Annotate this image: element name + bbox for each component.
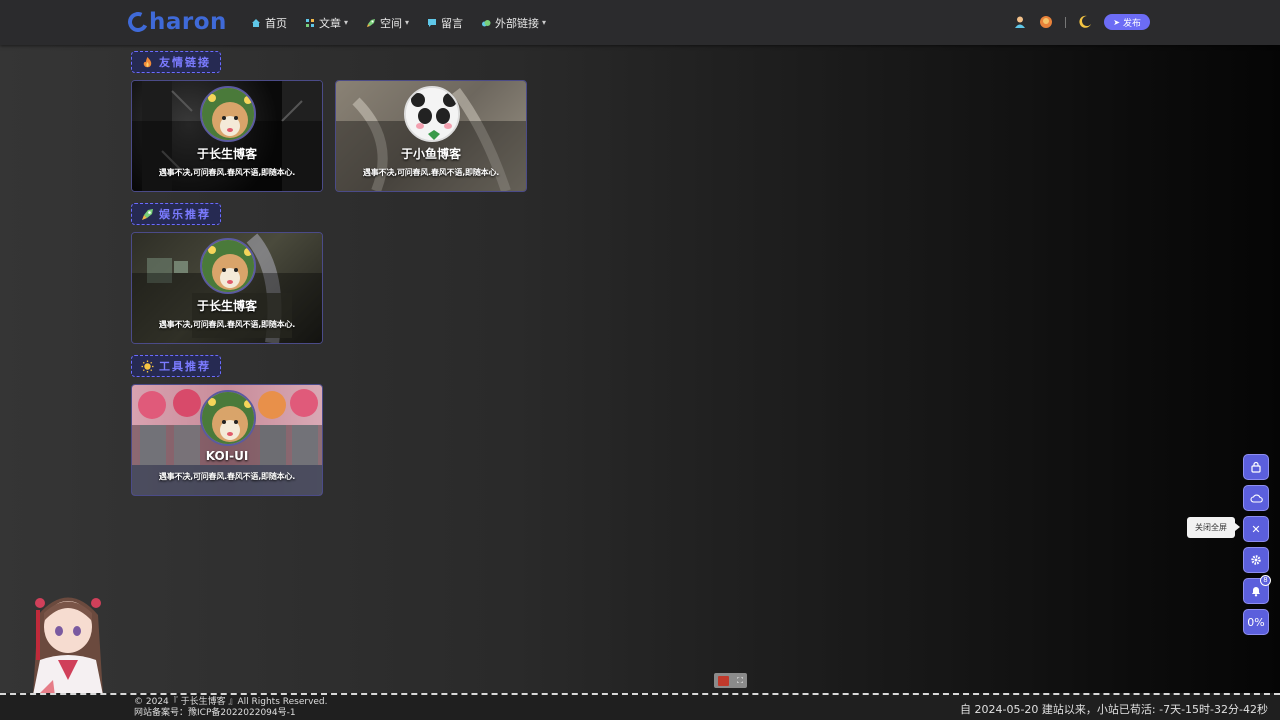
site-badge[interactable]: ⛶	[714, 673, 747, 688]
avatar	[200, 238, 256, 294]
bell-icon	[1252, 587, 1260, 597]
rocket-icon	[142, 208, 153, 220]
link-card[interactable]: 于长生博客 遇事不决,可问春风.春风不语,即随本心.	[131, 80, 323, 192]
card-name: KOI-UI	[205, 449, 249, 463]
fire-icon	[143, 56, 152, 67]
site-logo[interactable]: haron	[125, 6, 227, 38]
section-title-tools: 工具推荐	[131, 355, 221, 377]
uptime-text: 自 2024-05-20 建站以来，小站已苟活: -7天-15时-32分-42秒	[960, 703, 1268, 716]
lock-icon	[1251, 461, 1261, 473]
nav-item-space[interactable]: 空间 ▾	[366, 15, 409, 31]
main-nav: 首页 文章 ▾ 空间 ▾ 留言 外部链接 ▾	[251, 0, 564, 45]
avatar-icon[interactable]	[1039, 15, 1053, 29]
icp-record-link[interactable]: 网站备案号：豫ICP备2022022094号-1	[134, 708, 328, 719]
nav-item-external-links[interactable]: 外部链接 ▾	[481, 15, 546, 31]
side-toolbar: ✕ 8 0%	[1243, 454, 1271, 640]
copyright-text: © 2024『 于长生博客 』All Rights Reserved.	[134, 697, 328, 707]
card-name: 于小鱼博客	[400, 147, 461, 161]
nav-item-articles[interactable]: 文章 ▾	[305, 15, 348, 31]
header-actions: ➤ 发布	[1001, 12, 1150, 32]
link-card[interactable]: 于小鱼博客 遇事不决,可问春风.春风不语,即随本心.	[335, 80, 527, 192]
cloud-icon	[482, 19, 491, 26]
section-title-friend-links: 友情链接	[131, 51, 221, 73]
chevron-down-icon: ▾	[344, 18, 349, 27]
card-description: 遇事不决,可问春风.春风不语,即随本心.	[158, 320, 296, 329]
header-divider	[1065, 16, 1067, 28]
notifications-button[interactable]: 8	[1243, 575, 1271, 604]
rocket-icon	[367, 18, 376, 27]
section-title-entertainment: 娱乐推荐	[131, 203, 221, 225]
home-icon	[252, 18, 260, 27]
nav-item-label: 文章	[319, 16, 341, 30]
logo-c-mark	[125, 9, 151, 35]
chat-icon	[428, 18, 437, 27]
logo-text: haron	[149, 9, 227, 35]
moon-icon[interactable]	[1078, 15, 1092, 29]
nav-item-label: 首页	[265, 16, 287, 30]
settings-button[interactable]	[1243, 547, 1269, 573]
expand-icon: ⛶	[737, 675, 743, 685]
grid-icon	[306, 18, 314, 27]
chevron-down-icon: ▾	[542, 18, 547, 27]
nav-item-label: 外部链接	[495, 16, 540, 30]
top-navbar: haron 首页 文章 ▾ 空间 ▾ 留言 外部链接 ▾ ➤ 发布	[0, 0, 1280, 45]
link-card[interactable]: 于长生博客 遇事不决,可问春风.春风不语,即随本心.	[131, 232, 323, 344]
scroll-progress-text: 0%	[1247, 615, 1265, 629]
card-description: 遇事不决,可问春风.春风不语,即随本心.	[158, 168, 296, 177]
cloud-icon	[1249, 494, 1263, 503]
nav-item-label: 空间	[380, 16, 403, 30]
section-title-text: 娱乐推荐	[159, 208, 211, 221]
card-description: 遇事不决,可问春风.春风不语,即随本心.	[362, 168, 500, 177]
card-name: 于长生博客	[196, 147, 257, 161]
gear-icon	[1251, 555, 1261, 565]
scroll-progress-button[interactable]: 0%	[1243, 609, 1269, 635]
exit-fullscreen-button[interactable]: ✕	[1243, 516, 1269, 542]
chevron-down-icon: ▾	[405, 18, 410, 27]
nav-item-guestbook[interactable]: 留言	[427, 15, 463, 31]
avatar	[404, 86, 460, 142]
card-description: 遇事不决,可问春风.春风不语,即随本心.	[158, 472, 296, 481]
fullscreen-tooltip: 关闭全屏	[1187, 517, 1240, 538]
link-card[interactable]: KOI-UI 遇事不决,可问春风.春风不语,即随本心.	[131, 384, 323, 496]
section-title-text: 友情链接	[159, 56, 211, 69]
nav-item-home[interactable]: 首页	[251, 15, 287, 31]
notification-count-badge: 8	[1260, 575, 1271, 586]
avatar	[200, 86, 256, 142]
publish-label: 发布	[1122, 18, 1141, 29]
avatar	[200, 390, 256, 446]
footer-left: © 2024『 于长生博客 』All Rights Reserved. 网站备案…	[134, 697, 328, 719]
site-footer: © 2024『 于长生博客 』All Rights Reserved. 网站备案…	[0, 693, 1280, 720]
publish-button[interactable]: ➤ 发布	[1104, 14, 1150, 30]
nav-item-label: 留言	[441, 16, 464, 30]
section-title-text: 工具推荐	[159, 360, 211, 373]
s-logo-icon	[718, 675, 730, 686]
user-icon[interactable]	[1013, 15, 1027, 29]
card-name: 于长生博客	[196, 299, 257, 313]
close-icon: ✕	[1251, 522, 1261, 536]
send-icon: ➤	[1113, 17, 1120, 27]
cloud-button[interactable]	[1243, 485, 1269, 511]
sun-icon	[141, 360, 154, 372]
lock-button[interactable]	[1243, 454, 1269, 480]
